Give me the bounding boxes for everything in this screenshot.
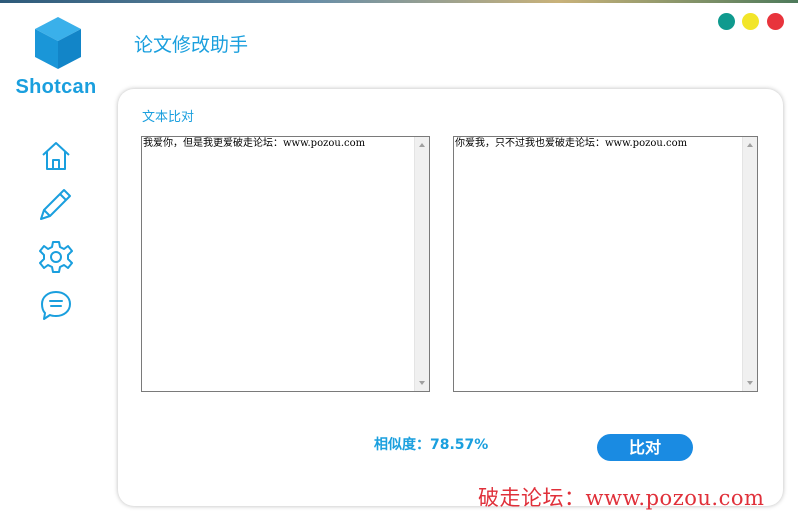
compare-button[interactable]: 比对 — [597, 434, 693, 461]
scroll-down-icon[interactable] — [747, 381, 753, 385]
left-text-content[interactable]: 我爱你，但是我更爱破走论坛：www.pozou.com — [142, 137, 413, 391]
close-button[interactable] — [767, 13, 784, 30]
pencil-icon — [40, 189, 71, 220]
maximize-button[interactable] — [742, 13, 759, 30]
chat-icon — [41, 291, 71, 320]
scroll-down-icon[interactable] — [419, 381, 425, 385]
right-text-area[interactable]: 你爱我，只不过我也爱破走论坛：www.pozou.com — [453, 136, 758, 392]
sidebar: Shotcan — [0, 3, 112, 513]
brand-name: Shotcan — [15, 76, 97, 98]
right-text-content[interactable]: 你爱我，只不过我也爱破走论坛：www.pozou.com — [454, 137, 741, 391]
left-text-area[interactable]: 我爱你，但是我更爱破走论坛：www.pozou.com — [141, 136, 430, 392]
watermark: 破走论坛：www.pozou.com — [478, 486, 765, 510]
similarity-result: 相似度：78.57% — [374, 437, 489, 453]
logo-cube-icon — [35, 17, 81, 69]
right-scrollbar[interactable] — [742, 137, 757, 391]
scroll-up-icon[interactable] — [419, 143, 425, 147]
sidebar-item-settings[interactable] — [37, 238, 75, 276]
window-top-strip — [0, 0, 798, 3]
sidebar-item-messages[interactable] — [37, 287, 75, 325]
section-label: 文本比对 — [142, 110, 195, 125]
app-title: 论文修改助手 — [134, 34, 249, 56]
scroll-up-icon[interactable] — [747, 143, 753, 147]
sidebar-item-edit[interactable] — [37, 185, 75, 223]
minimize-button[interactable] — [718, 13, 735, 30]
sidebar-item-home[interactable] — [37, 137, 75, 175]
left-scrollbar[interactable] — [414, 137, 429, 391]
compare-panel: 文本比对 我爱你，但是我更爱破走论坛：www.pozou.com 你爱我，只不过… — [118, 89, 783, 506]
gear-icon — [39, 241, 73, 273]
home-icon — [42, 142, 70, 170]
